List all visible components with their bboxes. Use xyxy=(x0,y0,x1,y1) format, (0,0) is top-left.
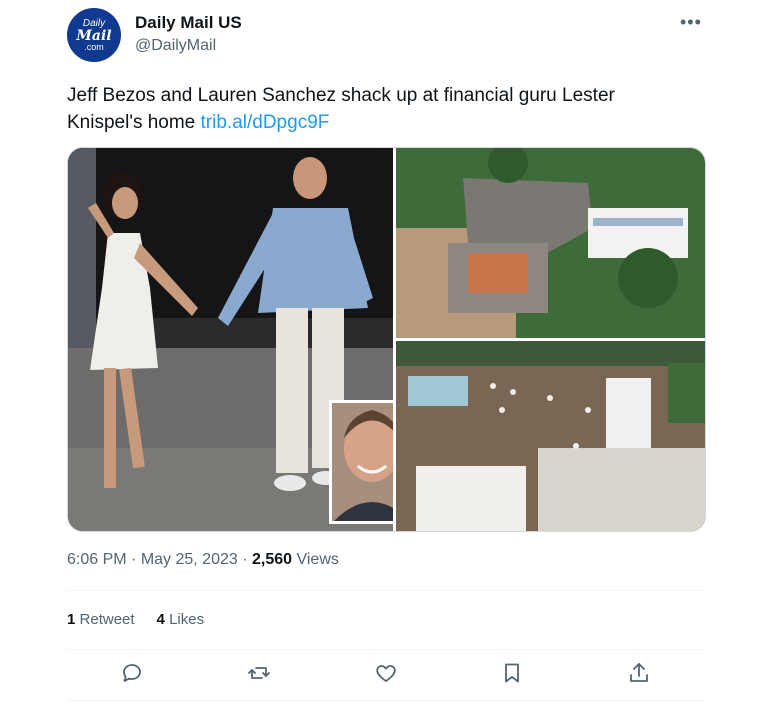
rooftop-photo[interactable] xyxy=(396,341,705,531)
retweets-label: Retweet xyxy=(79,611,135,628)
meta-dot-2: · xyxy=(237,551,252,568)
avatar-line-2: Mail xyxy=(76,27,112,44)
meta-dot: · xyxy=(126,551,141,568)
views-count: 2,560 xyxy=(251,551,293,568)
likes-label: Likes xyxy=(169,611,205,628)
retweets-count: 1 xyxy=(67,611,76,628)
likes-count: 4 xyxy=(156,611,165,628)
tweet-link[interactable]: trib.al/dDpgc9F xyxy=(201,112,330,133)
like-icon[interactable] xyxy=(373,660,399,686)
avatar-line-1: Daily xyxy=(82,17,106,29)
tweet-time[interactable]: 6:06 PM xyxy=(67,551,127,568)
tweet-media[interactable] xyxy=(67,147,706,532)
likes-stat[interactable]: 4 Likes xyxy=(157,611,205,628)
avatar-line-3: .com xyxy=(84,41,104,52)
handle[interactable]: @DailyMail xyxy=(135,37,216,55)
aerial-house-photo[interactable] xyxy=(396,148,705,338)
share-icon[interactable] xyxy=(626,660,652,686)
reply-icon[interactable] xyxy=(119,660,145,686)
avatar[interactable]: Daily Mail .com xyxy=(67,8,121,62)
divider xyxy=(67,590,704,591)
retweets-stat[interactable]: 1 Retweet xyxy=(67,611,135,628)
tweet-body: Jeff Bezos and Lauren Sanchez shack up a… xyxy=(67,85,615,133)
tweet-text: Jeff Bezos and Lauren Sanchez shack up a… xyxy=(67,82,687,136)
engagement-stats: 1 Retweet 4 Likes xyxy=(67,611,204,628)
divider xyxy=(67,700,704,701)
tweet-date[interactable]: May 25, 2023 xyxy=(141,551,238,568)
divider xyxy=(67,649,704,650)
bookmark-icon[interactable] xyxy=(499,660,525,686)
display-name[interactable]: Daily Mail US xyxy=(135,13,242,33)
views-label: Views xyxy=(296,551,339,568)
retweet-icon[interactable] xyxy=(246,660,272,686)
action-bar xyxy=(67,660,704,686)
more-icon[interactable]: ••• xyxy=(680,12,702,33)
tweet-meta: 6:06 PM · May 25, 2023 · 2,560 Views xyxy=(67,551,339,569)
